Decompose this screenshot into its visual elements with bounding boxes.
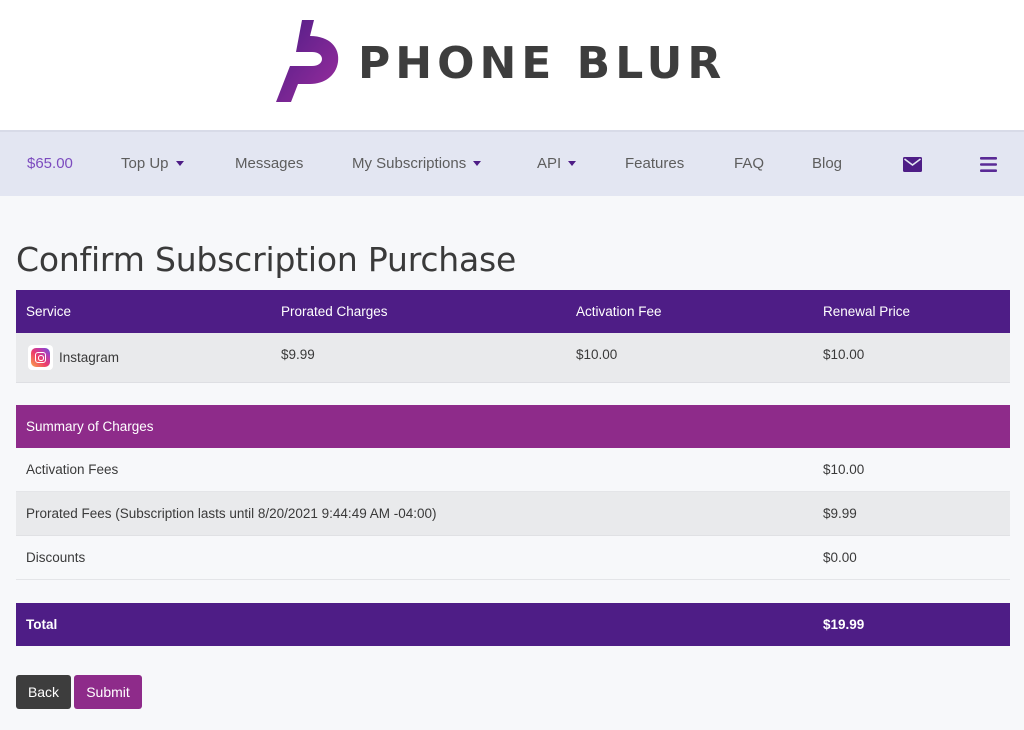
table-row: Activation Fees $10.00 bbox=[16, 448, 1010, 492]
nav-features[interactable]: Features bbox=[625, 132, 684, 196]
service-name: Instagram bbox=[59, 350, 120, 365]
summary-value: $0.00 bbox=[823, 550, 857, 565]
service-table: Service Prorated Charges Activation Fee … bbox=[16, 290, 1010, 383]
nav-top-up[interactable]: Top Up bbox=[121, 132, 184, 196]
summary-table: Summary of Charges Activation Fees $10.0… bbox=[16, 405, 1010, 580]
caret-down-icon bbox=[568, 160, 577, 166]
activation-value: $10.00 bbox=[576, 347, 618, 362]
col-header-prorated: Prorated Charges bbox=[281, 304, 388, 319]
prorated-value: $9.99 bbox=[281, 347, 315, 362]
nav-my-subscriptions[interactable]: My Subscriptions bbox=[352, 132, 482, 196]
total-label: Total bbox=[26, 617, 58, 632]
logo[interactable]: PHONE BLUR bbox=[274, 18, 726, 104]
table-row: Discounts $0.00 bbox=[16, 536, 1010, 580]
envelope-icon[interactable] bbox=[903, 132, 922, 196]
table-row: Prorated Fees (Subscription lasts until … bbox=[16, 492, 1010, 536]
brand-name: PHONE BLUR bbox=[358, 37, 727, 89]
summary-value: $10.00 bbox=[823, 462, 865, 477]
nav-blog[interactable]: Blog bbox=[812, 132, 842, 196]
col-header-renewal: Renewal Price bbox=[823, 304, 911, 319]
service-table-header: Service Prorated Charges Activation Fee … bbox=[16, 290, 1010, 333]
nav-my-subscriptions-label: My Subscriptions bbox=[352, 155, 467, 172]
hamburger-menu-icon[interactable] bbox=[980, 132, 997, 196]
total-value: $19.99 bbox=[823, 617, 865, 632]
summary-label: Activation Fees bbox=[26, 462, 119, 477]
renewal-value: $10.00 bbox=[823, 347, 865, 362]
summary-value: $9.99 bbox=[823, 506, 857, 521]
summary-label: Prorated Fees (Subscription lasts until … bbox=[26, 506, 437, 521]
submit-button[interactable]: Submit bbox=[74, 675, 142, 709]
nav-faq[interactable]: FAQ bbox=[734, 132, 764, 196]
total-table: Total $19.99 bbox=[16, 603, 1010, 646]
main-navbar: $65.00 Top Up Messages My Subscriptions … bbox=[0, 130, 1024, 196]
caret-down-icon bbox=[175, 160, 184, 166]
back-button[interactable]: Back bbox=[16, 675, 71, 709]
nav-top-up-label: Top Up bbox=[121, 155, 169, 172]
summary-header: Summary of Charges bbox=[16, 405, 1010, 448]
instagram-icon bbox=[28, 345, 53, 370]
nav-api[interactable]: API bbox=[537, 132, 577, 196]
col-header-service: Service bbox=[26, 304, 72, 319]
page-title: Confirm Subscription Purchase bbox=[16, 240, 517, 279]
total-row: Total $19.99 bbox=[16, 603, 1010, 646]
nav-messages[interactable]: Messages bbox=[235, 132, 303, 196]
phone-blur-logo-icon bbox=[276, 20, 339, 102]
summary-header-label: Summary of Charges bbox=[26, 419, 154, 434]
table-row: Instagram $9.99 $10.00 $10.00 bbox=[16, 333, 1010, 383]
brand-header: PHONE BLUR bbox=[0, 0, 1024, 130]
nav-balance[interactable]: $65.00 bbox=[27, 132, 73, 196]
summary-label: Discounts bbox=[26, 550, 86, 565]
col-header-activation: Activation Fee bbox=[576, 304, 662, 319]
service-cell: Instagram bbox=[28, 333, 119, 382]
caret-down-icon bbox=[473, 160, 482, 166]
nav-api-label: API bbox=[537, 155, 562, 172]
